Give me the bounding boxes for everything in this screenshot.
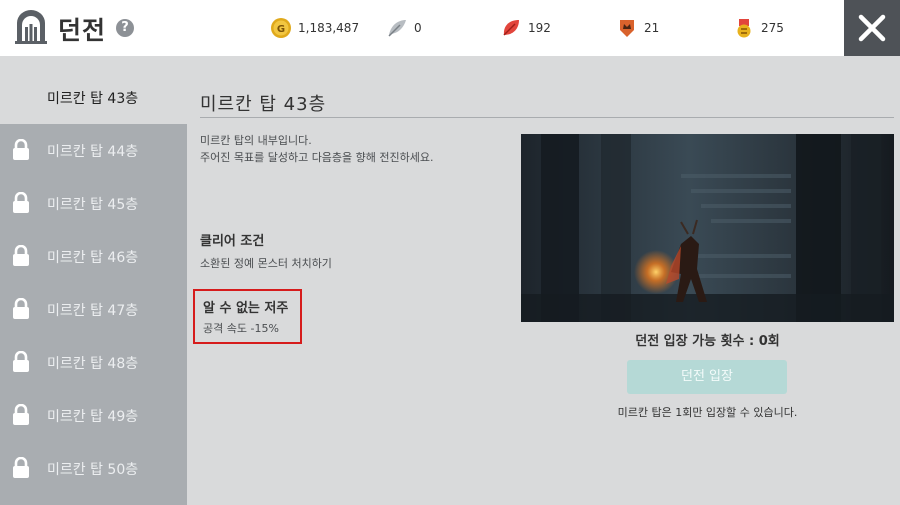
title-divider [200,117,894,118]
curse-heading: 알 수 없는 저주 [203,301,289,316]
red-leaf-icon [503,20,519,36]
currency-medal: 275 [733,16,784,40]
floor-item-49[interactable]: 미르칸 탑 49층 [0,389,187,442]
currency-gold-value: 1,183,487 [298,21,360,35]
enter-dungeon-button[interactable]: 던전 입장 [627,360,787,394]
entry-limit-note: 미르칸 탑은 1회만 입장할 수 있습니다. [617,406,798,419]
currency-feather: 0 [386,16,422,40]
description-line: 미르칸 탑의 내부입니다. [200,134,312,147]
dungeon-preview-image [521,134,894,322]
floor-item-46[interactable]: 미르칸 탑 46층 [0,230,187,283]
floor-list: 미르칸 탑 43층 미르칸 탑 44층 미르칸 탑 45층 미르칸 탑 46층 … [0,71,187,505]
lock-icon [13,404,29,425]
svg-text:G: G [277,24,285,35]
clear-condition-text: 소환된 정예 몬스터 처치하기 [200,257,332,270]
lock-icon [13,298,29,319]
floor-item-label: 미르칸 탑 48층 [47,356,139,372]
lock-icon [13,139,29,160]
currency-leaf: 192 [500,16,551,40]
currency-badge-value: 21 [644,21,660,35]
floor-title: 미르칸 탑 43층 [200,94,327,115]
floor-item-47[interactable]: 미르칸 탑 47층 [0,283,187,336]
floor-item-label: 미르칸 탑 47층 [47,303,139,319]
floor-item-label: 미르칸 탑 43층 [47,91,139,107]
page-title: 던전 [58,16,107,45]
top-bar: 던전 ? G 1,183,487 0 192 21 275 [0,0,900,56]
floor-item-label: 미르칸 탑 46층 [47,250,139,266]
dungeon-scene-art [521,134,894,322]
lock-icon [13,192,29,213]
floor-item-44[interactable]: 미르칸 탑 44층 [0,124,187,177]
floor-item-45[interactable]: 미르칸 탑 45층 [0,177,187,230]
currency-medal-value: 275 [761,21,784,35]
floor-item-label: 미르칸 탑 45층 [47,197,139,213]
close-button[interactable] [844,0,900,56]
feather-icon [388,20,406,37]
dungeon-gate-icon [15,10,47,44]
entry-count-text: 던전 입장 가능 횟수 : 0회 [635,334,780,349]
lock-icon [13,457,29,478]
floor-item-50[interactable]: 미르칸 탑 50층 [0,442,187,505]
floor-description: 미르칸 탑의 내부입니다. 주어진 목표를 달성하고 다음층을 향해 전진하세요… [200,132,434,166]
curse-effect-text: 공격 속도 -15% [203,322,279,335]
currency-feather-value: 0 [414,21,422,35]
crown-badge-icon [620,20,634,37]
medal-icon [737,19,751,38]
floor-item-label: 미르칸 탑 44층 [47,144,139,160]
currency-leaf-value: 192 [528,21,551,35]
floor-item-48[interactable]: 미르칸 탑 48층 [0,336,187,389]
currency-badge: 21 [616,16,659,40]
help-icon[interactable]: ? [116,19,134,37]
lock-icon [13,351,29,372]
floor-item-label: 미르칸 탑 50층 [47,462,139,478]
close-icon [858,14,886,42]
clear-condition-heading: 클리어 조건 [200,234,265,249]
gold-coin-icon: G [271,18,291,38]
curse-highlight-box: 알 수 없는 저주 공격 속도 -15% [193,289,302,344]
description-line: 주어진 목표를 달성하고 다음층을 향해 전진하세요. [200,151,434,164]
floor-item-label: 미르칸 탑 49층 [47,409,139,425]
floor-item-43[interactable]: 미르칸 탑 43층 [0,71,187,124]
lock-icon [13,245,29,266]
currency-gold: G 1,183,487 [270,16,359,40]
